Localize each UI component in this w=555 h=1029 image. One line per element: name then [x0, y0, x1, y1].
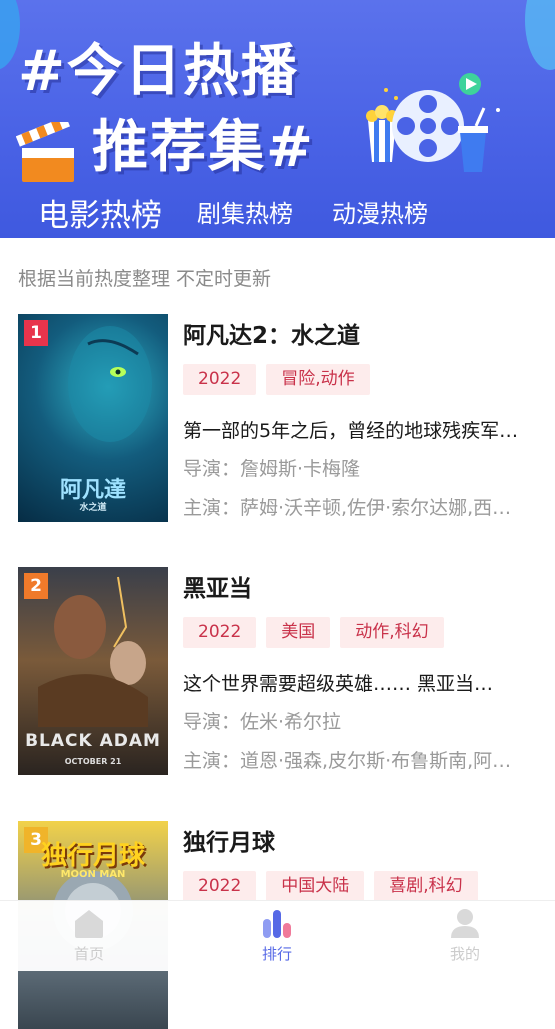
film-reel-popcorn-icon — [366, 73, 500, 172]
decorative-blob — [0, 0, 20, 70]
movie-title[interactable]: 黑亚当 — [183, 569, 252, 603]
bottom-navigation: 首页 排行 我的 — [0, 900, 555, 971]
poster-title: 独行月球 — [40, 841, 145, 871]
tag-year: 2022 — [183, 871, 257, 902]
nav-home[interactable]: 首页 — [49, 907, 129, 964]
decorative-blob — [525, 0, 555, 70]
nav-mine[interactable]: 我的 — [425, 907, 505, 964]
nav-home-label: 首页 — [73, 945, 104, 963]
movie-description: 第一部的5年之后，曾经的地球残疾军人杰克… — [183, 420, 523, 442]
movie-poster[interactable]: 2 BLACK ADAM OCTOBER 21 — [18, 567, 168, 775]
rank-badge: 2 — [24, 573, 48, 599]
movie-director: 导演：佐米·希尔拉 — [183, 711, 342, 733]
movie-tags: 2022 冒险,动作 — [183, 364, 380, 396]
tag-genre: 冒险,动作 — [266, 364, 370, 395]
movie-card[interactable]: 2 BLACK ADAM OCTOBER 21 黑亚当 2022 美国 动作,科幻 … — [18, 567, 538, 775]
tab-anime[interactable]: 动漫热榜 — [332, 194, 428, 229]
tab-movies[interactable]: 电影热榜 — [38, 190, 162, 235]
movie-title[interactable]: 独行月球 — [183, 823, 275, 857]
nav-mine-label: 我的 — [449, 945, 480, 963]
poster-title: BLACK ADAM — [25, 731, 161, 751]
movie-tags: 2022 美国 动作,科幻 — [183, 617, 454, 649]
nav-ranking[interactable]: 排行 — [237, 907, 317, 964]
poster-subtitle: OCTOBER 21 — [64, 757, 122, 766]
tag-region: 中国大陆 — [266, 871, 365, 902]
list-subtitle: 根据当前热度整理 不定时更新 — [18, 268, 272, 290]
tag-genre: 喜剧,科幻 — [374, 871, 478, 902]
movie-title[interactable]: 阿凡达2：水之道 — [183, 316, 360, 350]
movie-director: 导演：詹姆斯·卡梅隆 — [183, 458, 361, 480]
movie-description: 这个世界需要超级英雄…… 黑亚当… — [183, 673, 494, 695]
poster-subtitle: MOON MAN — [60, 869, 126, 880]
banner-headline-2: 推荐集# — [92, 115, 315, 180]
ranking-icon — [263, 910, 291, 938]
rank-badge: 1 — [24, 320, 48, 346]
home-icon — [75, 910, 103, 938]
clapperboard-icon — [16, 122, 74, 182]
tag-year: 2022 — [183, 617, 257, 648]
tab-tv-series[interactable]: 剧集热榜 — [197, 194, 293, 229]
tag-region: 美国 — [266, 617, 331, 648]
user-icon — [451, 909, 479, 938]
movie-cast: 主演：道恩·强森,皮尔斯·布鲁斯南,阿尔迪斯 — [183, 750, 523, 772]
banner-headline: #今日热播 — [18, 39, 299, 104]
nav-ranking-label: 排行 — [261, 945, 292, 963]
tag-year: 2022 — [183, 364, 257, 395]
movie-tags: 2022 中国大陆 喜剧,科幻 — [183, 871, 488, 903]
movie-card[interactable]: 1 阿凡達 水之道 阿凡达2：水之道 2022 冒险,动作 第一部的5年之后，曾经… — [18, 314, 538, 522]
hero-banner: #今日热播 推荐集# 电影热榜 剧集热榜 动漫热榜 — [0, 0, 555, 238]
movie-poster[interactable]: 1 阿凡達 水之道 — [18, 314, 168, 522]
movie-cast: 主演：萨姆·沃辛顿,佐伊·索尔达娜,西格妮·韦弗 — [183, 497, 523, 519]
tag-genre: 动作,科幻 — [340, 617, 444, 648]
category-tabs: 电影热榜 剧集热榜 动漫热榜 — [0, 186, 555, 234]
poster-subtitle: 水之道 — [79, 503, 107, 513]
